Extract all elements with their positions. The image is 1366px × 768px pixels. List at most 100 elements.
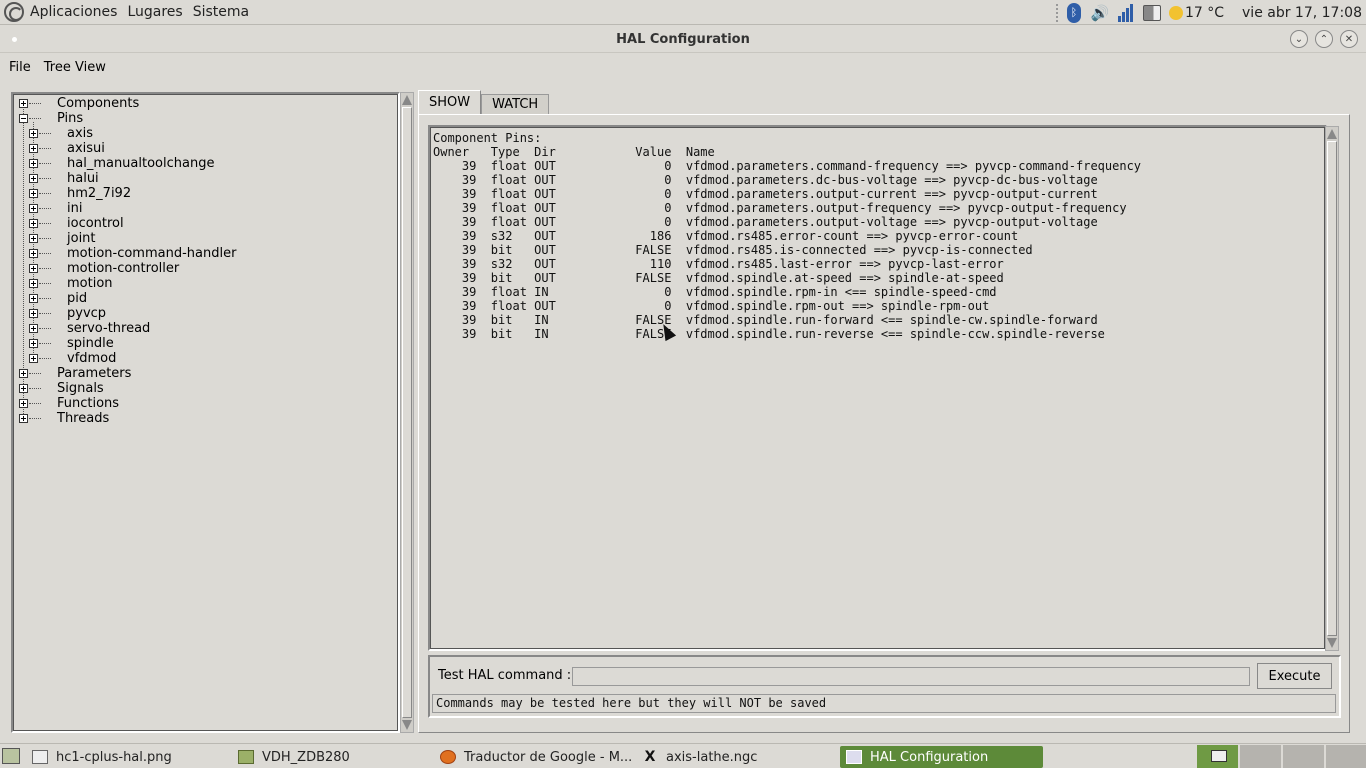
expand-icon[interactable]	[29, 354, 38, 363]
tree-node-label: Functions	[57, 396, 120, 411]
expand-icon[interactable]	[29, 219, 38, 228]
scroll-down-arrow-icon[interactable]	[1327, 638, 1337, 648]
tree-node-label: motion	[67, 276, 113, 291]
menu-sistema[interactable]: Sistema	[193, 4, 249, 20]
tree-connector	[39, 163, 51, 164]
tree-node-parameters[interactable]: Parameters	[13, 366, 393, 381]
distro-logo-icon[interactable]	[4, 2, 24, 22]
tree-node-label: Components	[57, 96, 140, 111]
tree-node-pins-vfdmod[interactable]: vfdmod	[13, 351, 393, 366]
menu-aplicaciones[interactable]: Aplicaciones	[30, 4, 117, 20]
volume-icon[interactable]	[1091, 4, 1109, 22]
scroll-up-arrow-icon[interactable]	[1327, 129, 1337, 139]
tree-connector	[29, 103, 41, 104]
workspace-1[interactable]	[1196, 745, 1238, 768]
collapse-icon[interactable]	[19, 114, 28, 123]
window-titlebar[interactable]: HAL Configuration ⌄ ⌃ ✕	[0, 26, 1366, 53]
expand-icon[interactable]	[19, 399, 28, 408]
expand-icon[interactable]	[29, 234, 38, 243]
workspace-4[interactable]	[1325, 745, 1366, 768]
show-desktop-icon[interactable]	[2, 748, 20, 764]
pins-scrollbar[interactable]	[1325, 126, 1339, 651]
tree-node-components[interactable]: Components	[13, 96, 393, 111]
tree-node-signals[interactable]: Signals	[13, 381, 393, 396]
clock[interactable]: vie abr 17, 17:08	[1242, 5, 1362, 21]
menu-file[interactable]: File	[9, 60, 31, 75]
tree-node-pins-axisui[interactable]: axisui	[13, 141, 393, 156]
task-traductor[interactable]: Traductor de Google - M...	[440, 746, 636, 768]
tree-node-label: pyvcp	[67, 306, 107, 321]
window-menu-icon[interactable]	[12, 37, 17, 42]
tree-node-threads[interactable]: Threads	[13, 411, 393, 426]
tree-node-pins-spindle[interactable]: spindle	[13, 336, 393, 351]
tree-node-label: hal_manualtoolchange	[67, 156, 215, 171]
tree-node-pins-servo-thread[interactable]: servo-thread	[13, 321, 393, 336]
tree-node-label: axisui	[67, 141, 105, 156]
expand-icon[interactable]	[19, 99, 28, 108]
tab-show[interactable]: SHOW	[418, 90, 482, 114]
task-axis-lathe[interactable]: axis-lathe.ngc	[642, 746, 838, 768]
expand-icon[interactable]	[19, 384, 28, 393]
task-hc1-cplus-hal[interactable]: hc1-cplus-hal.png	[32, 746, 232, 768]
workspace-3[interactable]	[1282, 745, 1324, 768]
tree-node-pins-pyvcp[interactable]: pyvcp	[13, 306, 393, 321]
tree-node-pins-motion-controller[interactable]: motion-controller	[13, 261, 393, 276]
tree-connector	[39, 208, 51, 209]
expand-icon[interactable]	[29, 144, 38, 153]
minimize-button[interactable]: ⌄	[1290, 30, 1308, 48]
scroll-down-arrow-icon[interactable]	[402, 720, 412, 730]
bluetooth-icon[interactable]: ᛒ	[1065, 2, 1083, 23]
expand-icon[interactable]	[19, 369, 28, 378]
tree-node-pins-pid[interactable]: pid	[13, 291, 393, 306]
network-signal-icon[interactable]	[1117, 3, 1135, 22]
expand-icon[interactable]	[29, 309, 38, 318]
scroll-thumb[interactable]	[402, 107, 412, 718]
tree-connector	[39, 193, 51, 194]
tree-node-pins-motion[interactable]: motion	[13, 276, 393, 291]
tree-node-pins-hal-manualtoolchange[interactable]: hal_manualtoolchange	[13, 156, 393, 171]
hal-tree[interactable]: Components Pins axis axisui hal_manualtoolch…	[11, 92, 400, 733]
tree-node-pins-joint[interactable]: joint	[13, 231, 393, 246]
tree-node-pins-halui[interactable]: halui	[13, 171, 393, 186]
weather-icon[interactable]	[1168, 5, 1183, 20]
expand-icon[interactable]	[29, 159, 38, 168]
temperature[interactable]: 17 °C	[1185, 5, 1224, 21]
execute-button[interactable]: Execute	[1257, 663, 1332, 689]
expand-icon[interactable]	[19, 414, 28, 423]
pins-output-text[interactable]: Component Pins: Owner Type Dir Value Nam…	[428, 125, 1327, 651]
close-button[interactable]: ✕	[1340, 30, 1358, 48]
expand-icon[interactable]	[29, 279, 38, 288]
scroll-up-arrow-icon[interactable]	[402, 95, 412, 105]
tree-node-label: Threads	[57, 411, 110, 426]
tree-connector	[39, 178, 51, 179]
tree-node-pins-motion-command-handler[interactable]: motion-command-handler	[13, 246, 393, 261]
tree-connector	[29, 118, 41, 119]
tree-node-pins-hm2-7i92[interactable]: hm2_7i92	[13, 186, 393, 201]
menu-lugares[interactable]: Lugares	[127, 4, 182, 20]
scroll-thumb[interactable]	[1327, 141, 1337, 636]
expand-icon[interactable]	[29, 264, 38, 273]
task-hal-configuration[interactable]: HAL Configuration	[840, 746, 1043, 768]
tree-node-pins-axis[interactable]: axis	[13, 126, 393, 141]
tree-node-pins-iocontrol[interactable]: iocontrol	[13, 216, 393, 231]
tab-watch[interactable]: WATCH	[481, 94, 550, 114]
tree-node-pins-ini[interactable]: ini	[13, 201, 393, 216]
tree-scrollbar[interactable]	[400, 92, 414, 733]
menu-tree-view[interactable]: Tree View	[44, 60, 106, 75]
hal-command-input[interactable]	[572, 667, 1250, 686]
expand-icon[interactable]	[29, 189, 38, 198]
workspace-2[interactable]	[1239, 745, 1281, 768]
tree-node-pins[interactable]: Pins	[13, 111, 393, 126]
tree-node-functions[interactable]: Functions	[13, 396, 393, 411]
expand-icon[interactable]	[29, 294, 38, 303]
battery-icon[interactable]	[1142, 4, 1161, 22]
expand-icon[interactable]	[29, 249, 38, 258]
expand-icon[interactable]	[29, 204, 38, 213]
image-icon	[32, 750, 48, 764]
expand-icon[interactable]	[29, 129, 38, 138]
expand-icon[interactable]	[29, 174, 38, 183]
expand-icon[interactable]	[29, 324, 38, 333]
maximize-button[interactable]: ⌃	[1315, 30, 1333, 48]
task-vdh-zdb280[interactable]: VDH_ZDB280	[238, 746, 434, 768]
expand-icon[interactable]	[29, 339, 38, 348]
